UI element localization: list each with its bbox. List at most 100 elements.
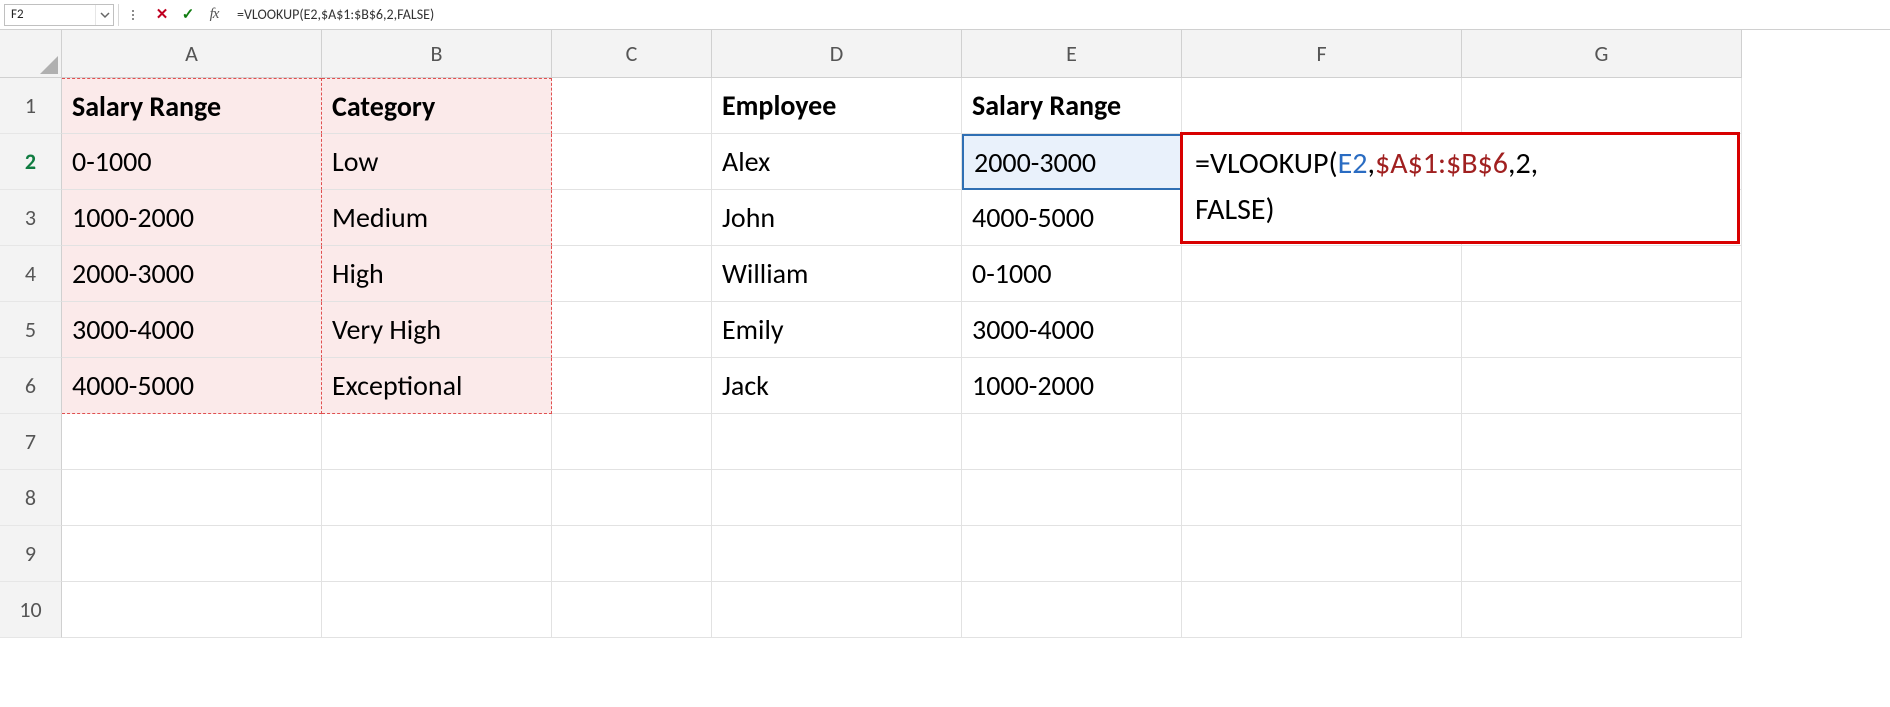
cell-A4[interactable]: 2000-3000: [62, 246, 322, 302]
cell-A6[interactable]: 4000-5000: [62, 358, 322, 414]
cell-F2[interactable]: =VLOOKUP(E2,$A$1:$B$6,2,FALSE): [1182, 134, 1462, 190]
cell-G9[interactable]: [1462, 526, 1742, 582]
cell-A7[interactable]: [62, 414, 322, 470]
row-header-3[interactable]: 3: [0, 190, 62, 246]
cell-B1[interactable]: Category: [322, 78, 552, 134]
cell-D7[interactable]: [712, 414, 962, 470]
cell-F1[interactable]: [1182, 78, 1462, 134]
cell-E9[interactable]: [962, 526, 1182, 582]
col-header-C[interactable]: C: [552, 30, 712, 78]
cell-D2[interactable]: Alex: [712, 134, 962, 190]
cell-C1[interactable]: [552, 78, 712, 134]
name-box-dropdown-icon[interactable]: [95, 5, 113, 25]
cell-B4[interactable]: High: [322, 246, 552, 302]
cell-D9[interactable]: [712, 526, 962, 582]
cell-A3[interactable]: 1000-2000: [62, 190, 322, 246]
cell-B8[interactable]: [322, 470, 552, 526]
formula-bar: F2 ✕ ✓ fx =VLOOKUP(E2,$A$1:$B$6,2,FALSE): [0, 0, 1890, 30]
cell-F6[interactable]: [1182, 358, 1462, 414]
cell-G5[interactable]: [1462, 302, 1742, 358]
cell-F4[interactable]: [1182, 246, 1462, 302]
cell-C10[interactable]: [552, 582, 712, 638]
row-header-6[interactable]: 6: [0, 358, 62, 414]
cell-B2[interactable]: Low: [322, 134, 552, 190]
cell-A10[interactable]: [62, 582, 322, 638]
cell-C3[interactable]: [552, 190, 712, 246]
formula-ref-e2: E2: [1338, 145, 1368, 182]
cell-C8[interactable]: [552, 470, 712, 526]
cell-G7[interactable]: [1462, 414, 1742, 470]
col-header-E[interactable]: E: [962, 30, 1182, 78]
cell-D3[interactable]: John: [712, 190, 962, 246]
cell-F5[interactable]: [1182, 302, 1462, 358]
col-header-G[interactable]: G: [1462, 30, 1742, 78]
expand-dropdown-icon[interactable]: [123, 4, 149, 26]
cell-D1[interactable]: Employee: [712, 78, 962, 134]
select-all-triangle[interactable]: [0, 30, 62, 78]
cancel-button[interactable]: ✕: [149, 4, 175, 26]
cell-G10[interactable]: [1462, 582, 1742, 638]
col-header-B[interactable]: B: [322, 30, 552, 78]
cell-E8[interactable]: [962, 470, 1182, 526]
cell-C5[interactable]: [552, 302, 712, 358]
cell-B3[interactable]: Medium: [322, 190, 552, 246]
row-header-2[interactable]: 2: [0, 134, 62, 190]
cell-E7[interactable]: [962, 414, 1182, 470]
row-header-7[interactable]: 7: [0, 414, 62, 470]
row-header-10[interactable]: 10: [0, 582, 62, 638]
cell-B5[interactable]: Very High: [322, 302, 552, 358]
cell-C4[interactable]: [552, 246, 712, 302]
cell-D4[interactable]: William: [712, 246, 962, 302]
cell-D6[interactable]: Jack: [712, 358, 962, 414]
cell-A1[interactable]: Salary Range: [62, 78, 322, 134]
cell-E6[interactable]: 1000-2000: [962, 358, 1182, 414]
cell-A2[interactable]: 0-1000: [62, 134, 322, 190]
formula-overlay: =VLOOKUP(E2,$A$1:$B$6,2,FALSE): [1180, 132, 1740, 244]
cell-C7[interactable]: [552, 414, 712, 470]
cell-D10[interactable]: [712, 582, 962, 638]
cell-G1[interactable]: [1462, 78, 1742, 134]
cell-B9[interactable]: [322, 526, 552, 582]
col-header-F[interactable]: F: [1182, 30, 1462, 78]
fx-icon[interactable]: fx: [201, 4, 227, 26]
formula-comma-3: ,: [1531, 145, 1539, 182]
row-header-1[interactable]: 1: [0, 78, 62, 134]
cell-B10[interactable]: [322, 582, 552, 638]
cell-G6[interactable]: [1462, 358, 1742, 414]
cell-C9[interactable]: [552, 526, 712, 582]
cell-F9[interactable]: [1182, 526, 1462, 582]
enter-button[interactable]: ✓: [175, 4, 201, 26]
cell-G4[interactable]: [1462, 246, 1742, 302]
cell-A5[interactable]: 3000-4000: [62, 302, 322, 358]
cell-E10[interactable]: [962, 582, 1182, 638]
row-header-8[interactable]: 8: [0, 470, 62, 526]
row-header-5[interactable]: 5: [0, 302, 62, 358]
cell-A8[interactable]: [62, 470, 322, 526]
cell-F8[interactable]: [1182, 470, 1462, 526]
formula-input[interactable]: =VLOOKUP(E2,$A$1:$B$6,2,FALSE): [231, 6, 1886, 23]
cell-D5[interactable]: Emily: [712, 302, 962, 358]
cell-E2[interactable]: 2000-3000: [962, 134, 1182, 190]
cell-C2[interactable]: [552, 134, 712, 190]
cell-E5[interactable]: 3000-4000: [962, 302, 1182, 358]
col-header-A[interactable]: A: [62, 30, 322, 78]
cell-E1[interactable]: Salary Range: [962, 78, 1182, 134]
name-box[interactable]: F2: [4, 4, 114, 26]
cell-C6[interactable]: [552, 358, 712, 414]
cell-G8[interactable]: [1462, 470, 1742, 526]
col-header-D[interactable]: D: [712, 30, 962, 78]
cell-D8[interactable]: [712, 470, 962, 526]
row-header-9[interactable]: 9: [0, 526, 62, 582]
cell-F10[interactable]: [1182, 582, 1462, 638]
cell-B6[interactable]: Exceptional: [322, 358, 552, 414]
cell-B7[interactable]: [322, 414, 552, 470]
cell-E3[interactable]: 4000-5000: [962, 190, 1182, 246]
cell-F7[interactable]: [1182, 414, 1462, 470]
cell-grid[interactable]: A B C D E F G 1 Salary Range Category Em…: [0, 30, 1890, 638]
cell-A9[interactable]: [62, 526, 322, 582]
spreadsheet-app: F2 ✕ ✓ fx =VLOOKUP(E2,$A$1:$B$6,2,FALSE)…: [0, 0, 1890, 638]
row-header-4[interactable]: 4: [0, 246, 62, 302]
cell-E4[interactable]: 0-1000: [962, 246, 1182, 302]
name-box-value[interactable]: F2: [5, 5, 95, 25]
formula-ref-range: $A$1:$B$6: [1375, 145, 1508, 182]
